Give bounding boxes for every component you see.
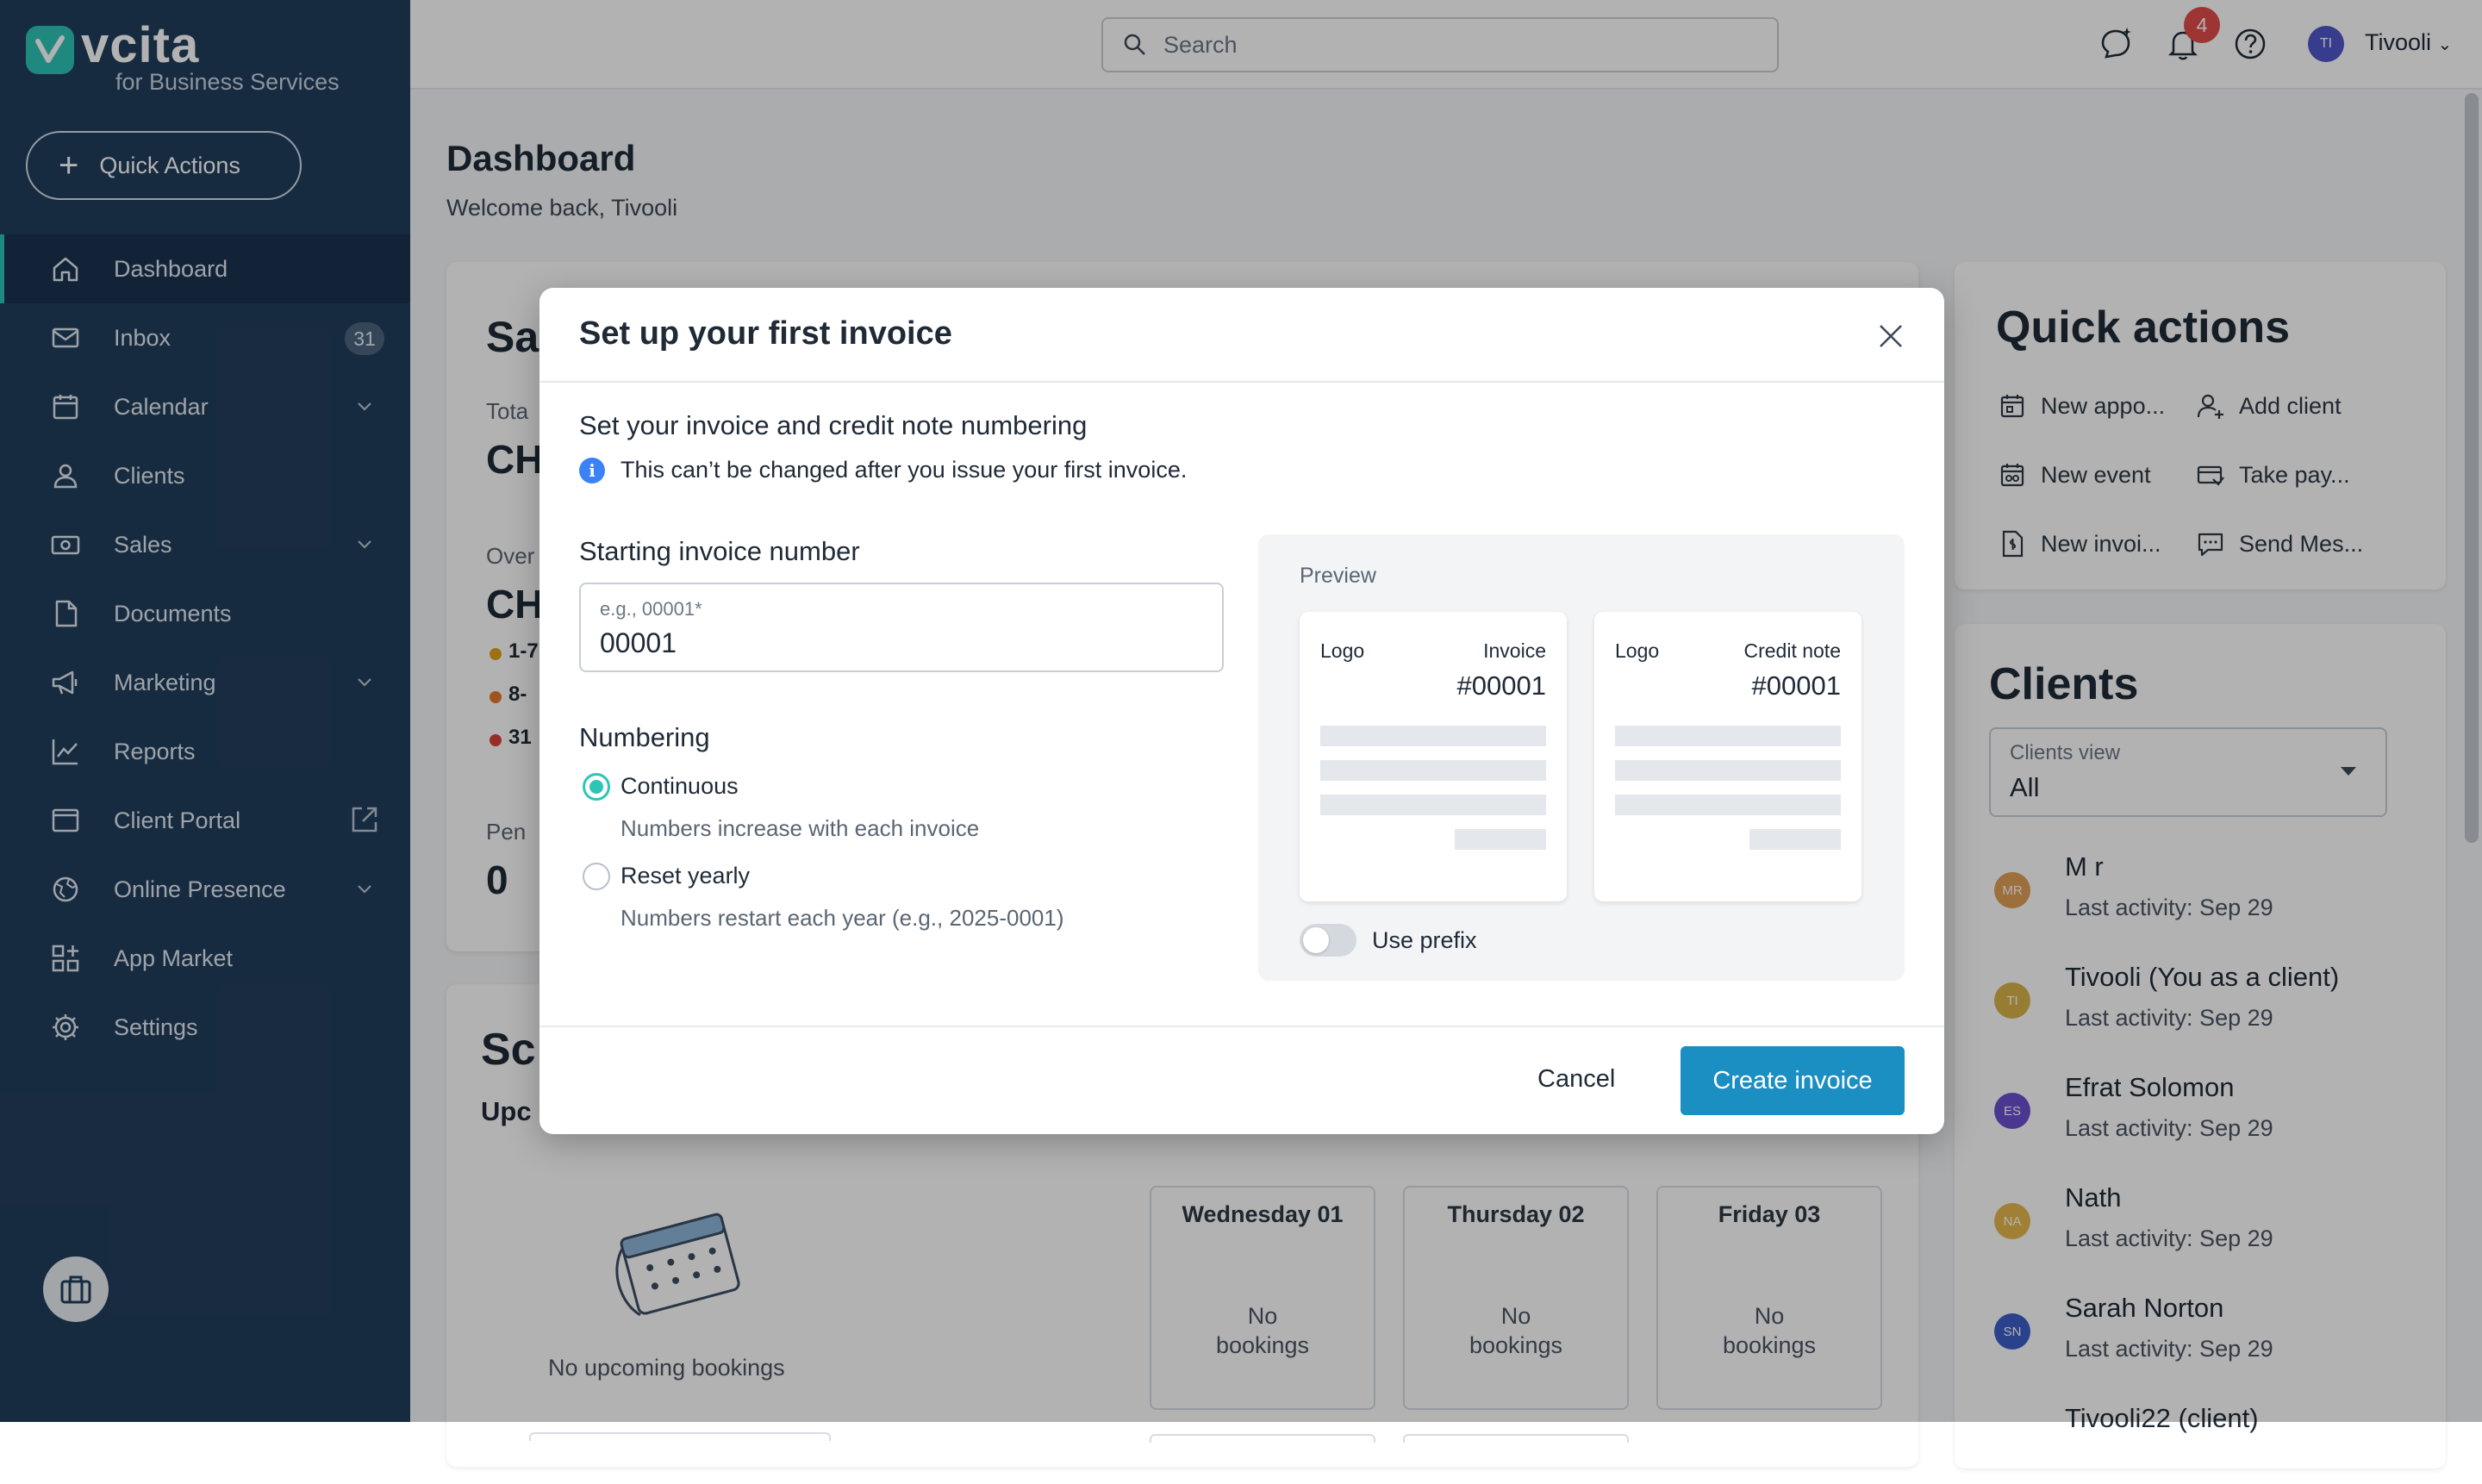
credit-note-preview-card: Logo Credit note #00001 <box>1594 612 1862 901</box>
input-value: 00001 <box>600 627 677 658</box>
use-prefix-label: Use prefix <box>1372 927 1477 953</box>
reset-yearly-description: Numbers restart each year (e.g., 2025-00… <box>620 905 1064 931</box>
input-floating-label: e.g., 00001* <box>600 598 702 620</box>
placeholder-line <box>1615 760 1841 781</box>
continuous-radio[interactable] <box>583 773 610 801</box>
placeholder-line <box>1320 726 1546 746</box>
starting-number-label: Starting invoice number <box>579 536 860 566</box>
placeholder-line <box>1749 829 1841 850</box>
info-icon: i <box>579 457 605 483</box>
info-message: i This can’t be changed after you issue … <box>579 457 1187 483</box>
day-column <box>1150 1434 1375 1443</box>
document-number: #00001 <box>1456 670 1546 701</box>
reset-yearly-label[interactable]: Reset yearly <box>620 863 750 889</box>
info-text: This can’t be changed after you issue yo… <box>620 457 1188 483</box>
placeholder-line <box>1615 726 1841 746</box>
use-prefix-toggle[interactable] <box>1300 924 1356 957</box>
placeholder-line <box>1320 760 1546 781</box>
preview-panel: Preview Logo Invoice #00001 Logo Credit … <box>1258 534 1905 981</box>
reset-yearly-radio[interactable] <box>583 863 610 890</box>
close-icon[interactable] <box>1874 319 1908 353</box>
dialog-title: Set up your first invoice <box>579 315 952 352</box>
numbering-section-title: Set your invoice and credit note numberi… <box>579 410 1088 440</box>
logo-placeholder: Logo <box>1615 639 1660 662</box>
create-invoice-button[interactable]: Create invoice <box>1681 1046 1905 1115</box>
document-number: #00001 <box>1751 670 1841 701</box>
cancel-button[interactable]: Cancel <box>1537 1065 1615 1094</box>
day-column <box>1403 1434 1629 1443</box>
continuous-description: Numbers increase with each invoice <box>620 815 980 841</box>
placeholder-line <box>1455 829 1546 850</box>
preview-label: Preview <box>1300 564 1376 588</box>
continuous-label[interactable]: Continuous <box>620 773 739 800</box>
invoice-setup-dialog: Set up your first invoice Set your invoi… <box>539 288 1944 1134</box>
placeholder-line <box>1615 795 1841 815</box>
invoice-preview-card: Logo Invoice #00001 <box>1300 612 1567 901</box>
placeholder-line <box>1320 795 1546 815</box>
numbering-label: Numbering <box>579 722 710 752</box>
dialog-footer: Cancel Create invoice <box>539 1026 1944 1134</box>
document-type: Invoice <box>1483 639 1546 662</box>
schedule-footer-button[interactable] <box>529 1432 831 1441</box>
starting-number-input[interactable]: e.g., 00001* 00001 <box>579 583 1224 672</box>
dialog-header: Set up your first invoice <box>539 288 1944 383</box>
logo-placeholder: Logo <box>1320 639 1365 662</box>
document-type: Credit note <box>1743 639 1841 662</box>
